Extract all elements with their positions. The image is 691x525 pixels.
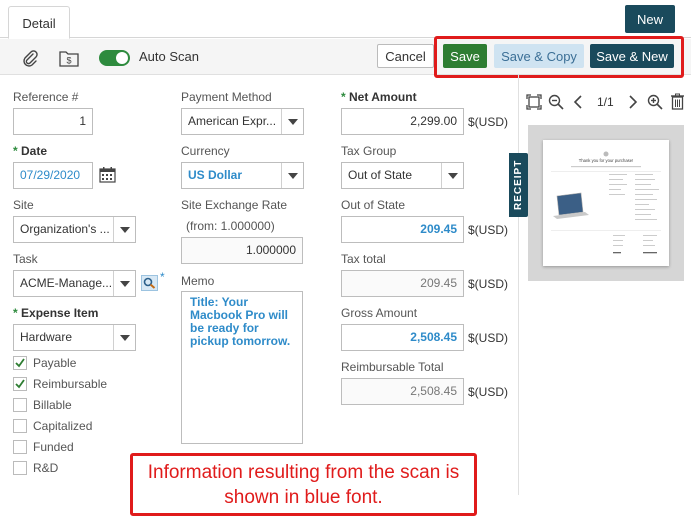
checkmark-icon xyxy=(15,379,25,389)
gross-amount-input[interactable]: 2,508.45 xyxy=(341,324,464,351)
payment-method-label: Payment Method xyxy=(181,90,272,104)
svg-text:$: $ xyxy=(66,56,71,66)
scan-info-callout: Information resulting from the scan is s… xyxy=(130,453,477,516)
save-and-new-button[interactable]: Save & New xyxy=(590,44,674,68)
checkbox-billable[interactable] xyxy=(13,398,27,412)
calendar-icon[interactable] xyxy=(99,166,116,186)
expense-item-label: * Expense Item xyxy=(13,306,99,320)
gross-amount-label: Gross Amount xyxy=(341,306,418,320)
expense-item-value: Hardware xyxy=(20,330,73,344)
currency-label: Currency xyxy=(181,144,230,158)
delete-icon[interactable] xyxy=(670,93,685,113)
out-of-state-label: Out of State xyxy=(341,198,406,212)
net-amount-unit: $(USD) xyxy=(468,115,509,129)
payment-method-select[interactable]: American Expr... xyxy=(181,108,304,135)
tab-bar xyxy=(0,0,691,38)
fit-to-page-icon[interactable] xyxy=(526,94,542,113)
site-select[interactable]: Organization's ... xyxy=(13,216,136,243)
checkbox-label: Billable xyxy=(33,398,72,412)
page-indicator: 1/1 xyxy=(597,95,614,109)
tax-group-select[interactable]: Out of State xyxy=(341,162,464,189)
checkbox-label: Funded xyxy=(33,440,74,454)
task-label: Task xyxy=(13,252,38,266)
expense-folder-icon[interactable]: $ xyxy=(59,48,79,68)
reimbursable-total-label: Reimbursable Total xyxy=(341,360,444,374)
reference-input[interactable]: 1 xyxy=(13,108,93,135)
chevron-down-icon[interactable] xyxy=(281,163,303,188)
tab-detail[interactable]: Detail xyxy=(8,6,70,39)
auto-scan-toggle[interactable] xyxy=(99,50,130,66)
date-input[interactable]: 07/29/2020 xyxy=(13,162,93,189)
site-value: Organization's ... xyxy=(20,222,110,236)
payment-method-value: American Expr... xyxy=(188,114,277,128)
site-label: Site xyxy=(13,198,34,212)
checkbox-payable[interactable] xyxy=(13,356,27,370)
currency-select[interactable]: US Dollar xyxy=(181,162,304,189)
receipt-heading: Thank you for your purchase! xyxy=(579,158,633,163)
net-amount-label: * Net Amount xyxy=(341,90,417,104)
date-label-text: Date xyxy=(21,144,48,158)
zoom-in-icon[interactable] xyxy=(647,94,663,113)
checkbox-r-d[interactable] xyxy=(13,461,27,475)
exchange-rate-input[interactable]: 1.000000 xyxy=(181,237,303,264)
reimbursable-total-unit: $(USD) xyxy=(468,385,509,399)
reimbursable-total-input[interactable]: 2,508.45 xyxy=(341,378,464,405)
auto-scan-label: Auto Scan xyxy=(139,49,199,64)
save-and-copy-button[interactable]: Save & Copy xyxy=(494,44,584,68)
cancel-button[interactable]: Cancel xyxy=(377,44,434,68)
net-amount-input[interactable]: 2,299.00 xyxy=(341,108,464,135)
expense-item-label-text: Expense Item xyxy=(21,306,99,320)
previous-page-icon[interactable] xyxy=(571,94,585,113)
tax-total-input[interactable]: 209.45 xyxy=(341,270,464,297)
zoom-out-icon[interactable] xyxy=(548,94,564,113)
gross-amount-unit: $(USD) xyxy=(468,331,509,345)
next-page-icon[interactable] xyxy=(626,94,640,113)
checkmark-icon xyxy=(15,358,25,368)
net-amount-label-text: Net Amount xyxy=(349,90,417,104)
out-of-state-input[interactable]: 209.45 xyxy=(341,216,464,243)
expense-item-select[interactable]: Hardware xyxy=(13,324,136,351)
reference-label: Reference # xyxy=(13,90,79,104)
chevron-down-icon[interactable] xyxy=(113,217,135,242)
exchange-rate-from-note: (from: 1.000000) xyxy=(186,219,275,233)
tax-group-label: Tax Group xyxy=(341,144,397,158)
checkbox-reimbursable[interactable] xyxy=(13,377,27,391)
tax-group-value: Out of State xyxy=(348,168,413,182)
chevron-down-icon[interactable] xyxy=(441,163,463,188)
memo-textarea[interactable]: Title: Your Macbook Pro will be ready fo… xyxy=(181,291,303,444)
receipt-tab[interactable]: RECEIPT xyxy=(509,153,528,217)
site-exchange-rate-label: Site Exchange Rate xyxy=(181,198,288,212)
currency-value: US Dollar xyxy=(188,168,243,182)
checkbox-label: R&D xyxy=(33,461,59,475)
checkbox-capitalized[interactable] xyxy=(13,419,27,433)
checkbox-funded[interactable] xyxy=(13,440,27,454)
paperclip-icon[interactable] xyxy=(20,48,40,68)
save-button[interactable]: Save xyxy=(443,44,487,68)
chevron-down-icon[interactable] xyxy=(113,271,135,296)
out-of-state-unit: $(USD) xyxy=(468,223,509,237)
checkbox-label: Payable xyxy=(33,356,77,370)
new-button[interactable]: New xyxy=(625,5,675,33)
tax-total-label: Tax total xyxy=(341,252,386,266)
panel-divider xyxy=(518,75,519,495)
task-value: ACME-Manage... xyxy=(20,276,113,290)
checkbox-label: Reimbursable xyxy=(33,377,108,391)
tax-total-unit: $(USD) xyxy=(468,277,509,291)
required-star-icon: * xyxy=(160,270,165,284)
chevron-down-icon[interactable] xyxy=(281,109,303,134)
chevron-down-icon[interactable] xyxy=(113,325,135,350)
checkbox-label: Capitalized xyxy=(33,419,93,433)
date-label: * Date xyxy=(13,144,48,158)
search-icon[interactable] xyxy=(141,275,158,291)
memo-label: Memo xyxy=(181,274,215,288)
task-select[interactable]: ACME-Manage... xyxy=(13,270,136,297)
receipt-document-image: Thank you for your purchase! xyxy=(543,140,669,266)
